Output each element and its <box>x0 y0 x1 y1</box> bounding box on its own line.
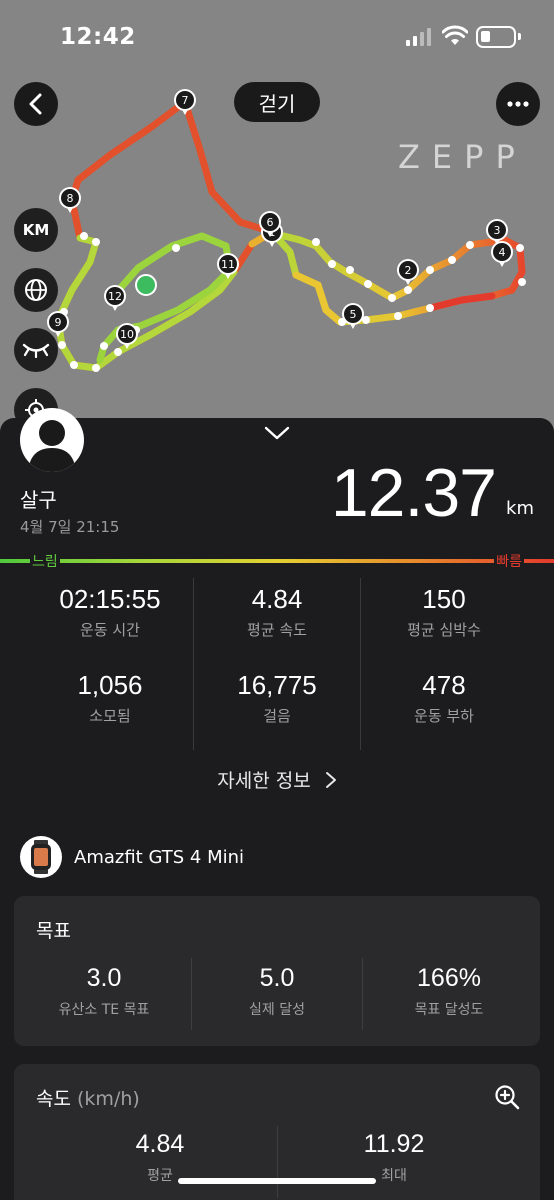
route-marker-label: 9 <box>55 316 62 329</box>
route-marker-4: 4 <box>491 241 513 267</box>
battery-icon <box>476 26 521 48</box>
goal-actual: 5.0 실제 달성 <box>192 964 362 1019</box>
map-layer-button[interactable] <box>14 268 58 312</box>
route-marker-label: 8 <box>67 192 74 205</box>
route-marker-label: 7 <box>182 94 189 107</box>
stats-grid: 02:15:55 운동 시간 4.84 평균 속도 150 평균 심박수 1,0… <box>26 578 528 750</box>
divider <box>362 958 363 1030</box>
details-link[interactable]: 자세한 정보 <box>0 766 554 793</box>
stat-label: 소모됨 <box>89 707 131 725</box>
avatar[interactable] <box>20 408 84 472</box>
home-indicator <box>178 1178 376 1184</box>
route-marker-label: 5 <box>350 308 357 321</box>
stat-label: 운동 부하 <box>414 707 474 725</box>
route-marker-12: 12 <box>104 285 126 311</box>
goal-card: 목표 3.0 유산소 TE 목표 5.0 실제 달성 166% 목표 달성도 <box>14 896 540 1046</box>
route-marker-8: 8 <box>59 187 81 213</box>
route-marker-label: 10 <box>120 328 134 341</box>
stat-value: 4.84 <box>251 584 303 614</box>
speed-unit: (km/h) <box>77 1088 140 1110</box>
cellular-signal-icon <box>406 28 431 46</box>
divider <box>193 578 194 750</box>
stat-duration: 02:15:55 운동 시간 <box>26 584 194 640</box>
globe-icon <box>25 279 47 301</box>
stat-label: 평균 심박수 <box>407 621 481 639</box>
stat-training-load: 478 운동 부하 <box>360 670 528 726</box>
back-arrow-icon <box>29 93 42 115</box>
stat-avg-heart-rate: 150 평균 심박수 <box>360 584 528 640</box>
status-bar: 12:42 <box>0 0 554 76</box>
route-marker-label: 6 <box>267 216 274 229</box>
goal-value: 3.0 <box>86 964 122 992</box>
speed-value: 11.92 <box>363 1130 425 1158</box>
chevron-right-icon <box>325 772 336 788</box>
activity-summary-sheet: 살구 4월 7일 21:15 12.37 km 느림 빠름 02:15:55 운… <box>0 408 554 1200</box>
speed-title-label: 속도 <box>36 1088 71 1110</box>
route-map[interactable]: 123456789101112 12:42 걷기 ZEPP KM <box>0 0 554 440</box>
stat-label: 운동 시간 <box>80 621 140 639</box>
clock: 12:42 <box>60 24 136 50</box>
stat-label: 평균 속도 <box>247 621 307 639</box>
route-marker-label: 2 <box>405 264 412 277</box>
back-button[interactable] <box>14 82 58 126</box>
more-icon <box>507 101 529 107</box>
stat-value: 478 <box>422 670 466 700</box>
zoom-in-icon[interactable] <box>494 1084 520 1110</box>
speed-average: 4.84 평균 <box>30 1130 290 1185</box>
chevron-down-icon[interactable] <box>264 426 290 440</box>
watch-icon <box>20 836 62 878</box>
route-marker-label: 12 <box>108 290 122 303</box>
goal-target: 3.0 유산소 TE 목표 <box>19 964 189 1019</box>
distance-value: 12.37 <box>330 455 497 531</box>
legend-fast-label: 빠름 <box>494 551 524 571</box>
distance-unit: km <box>506 498 534 519</box>
speed-value: 4.84 <box>135 1130 185 1158</box>
goal-label: 목표 달성도 <box>414 1002 484 1018</box>
device-row[interactable]: Amazfit GTS 4 Mini <box>20 836 244 878</box>
stat-calories: 1,056 소모됨 <box>26 670 194 726</box>
goal-label: 실제 달성 <box>249 1002 305 1018</box>
user-name: 살구 <box>20 488 57 512</box>
wifi-icon <box>442 25 468 45</box>
stat-avg-speed: 4.84 평균 속도 <box>193 584 361 640</box>
zepp-watermark: ZEPP <box>398 138 527 176</box>
activity-datetime: 4월 7일 21:15 <box>20 518 120 536</box>
route-marker-label: 4 <box>499 246 506 259</box>
goal-achievement: 166% 목표 달성도 <box>364 964 534 1019</box>
details-link-label: 자세한 정보 <box>217 770 311 792</box>
stat-value: 16,775 <box>237 670 317 700</box>
goal-value: 5.0 <box>259 964 295 992</box>
goal-title: 목표 <box>36 920 71 942</box>
eye-closed-icon <box>22 343 50 358</box>
speed-color-legend <box>0 559 554 563</box>
stat-steps: 16,775 걸음 <box>193 670 361 726</box>
device-name: Amazfit GTS 4 Mini <box>74 846 245 868</box>
route-marker-label: 3 <box>494 224 501 237</box>
speed-title: 속도 (km/h) <box>36 1084 140 1111</box>
legend-slow-label: 느림 <box>30 551 60 571</box>
stat-value: 02:15:55 <box>59 584 161 614</box>
unit-toggle-button[interactable]: KM <box>14 208 58 252</box>
divider <box>360 578 361 750</box>
hide-view-button[interactable] <box>14 328 58 372</box>
more-button[interactable] <box>496 82 540 126</box>
activity-type-pill: 걷기 <box>234 82 320 122</box>
stat-value: 150 <box>422 584 466 614</box>
stat-value: 1,056 <box>77 670 143 700</box>
speed-max: 11.92 최대 <box>264 1130 524 1185</box>
route-marker-label: 11 <box>221 258 235 271</box>
stat-label: 걸음 <box>263 707 291 725</box>
avatar-person-icon <box>28 420 76 472</box>
goal-value: 166% <box>417 964 481 992</box>
goal-label: 유산소 TE 목표 <box>58 1002 150 1018</box>
